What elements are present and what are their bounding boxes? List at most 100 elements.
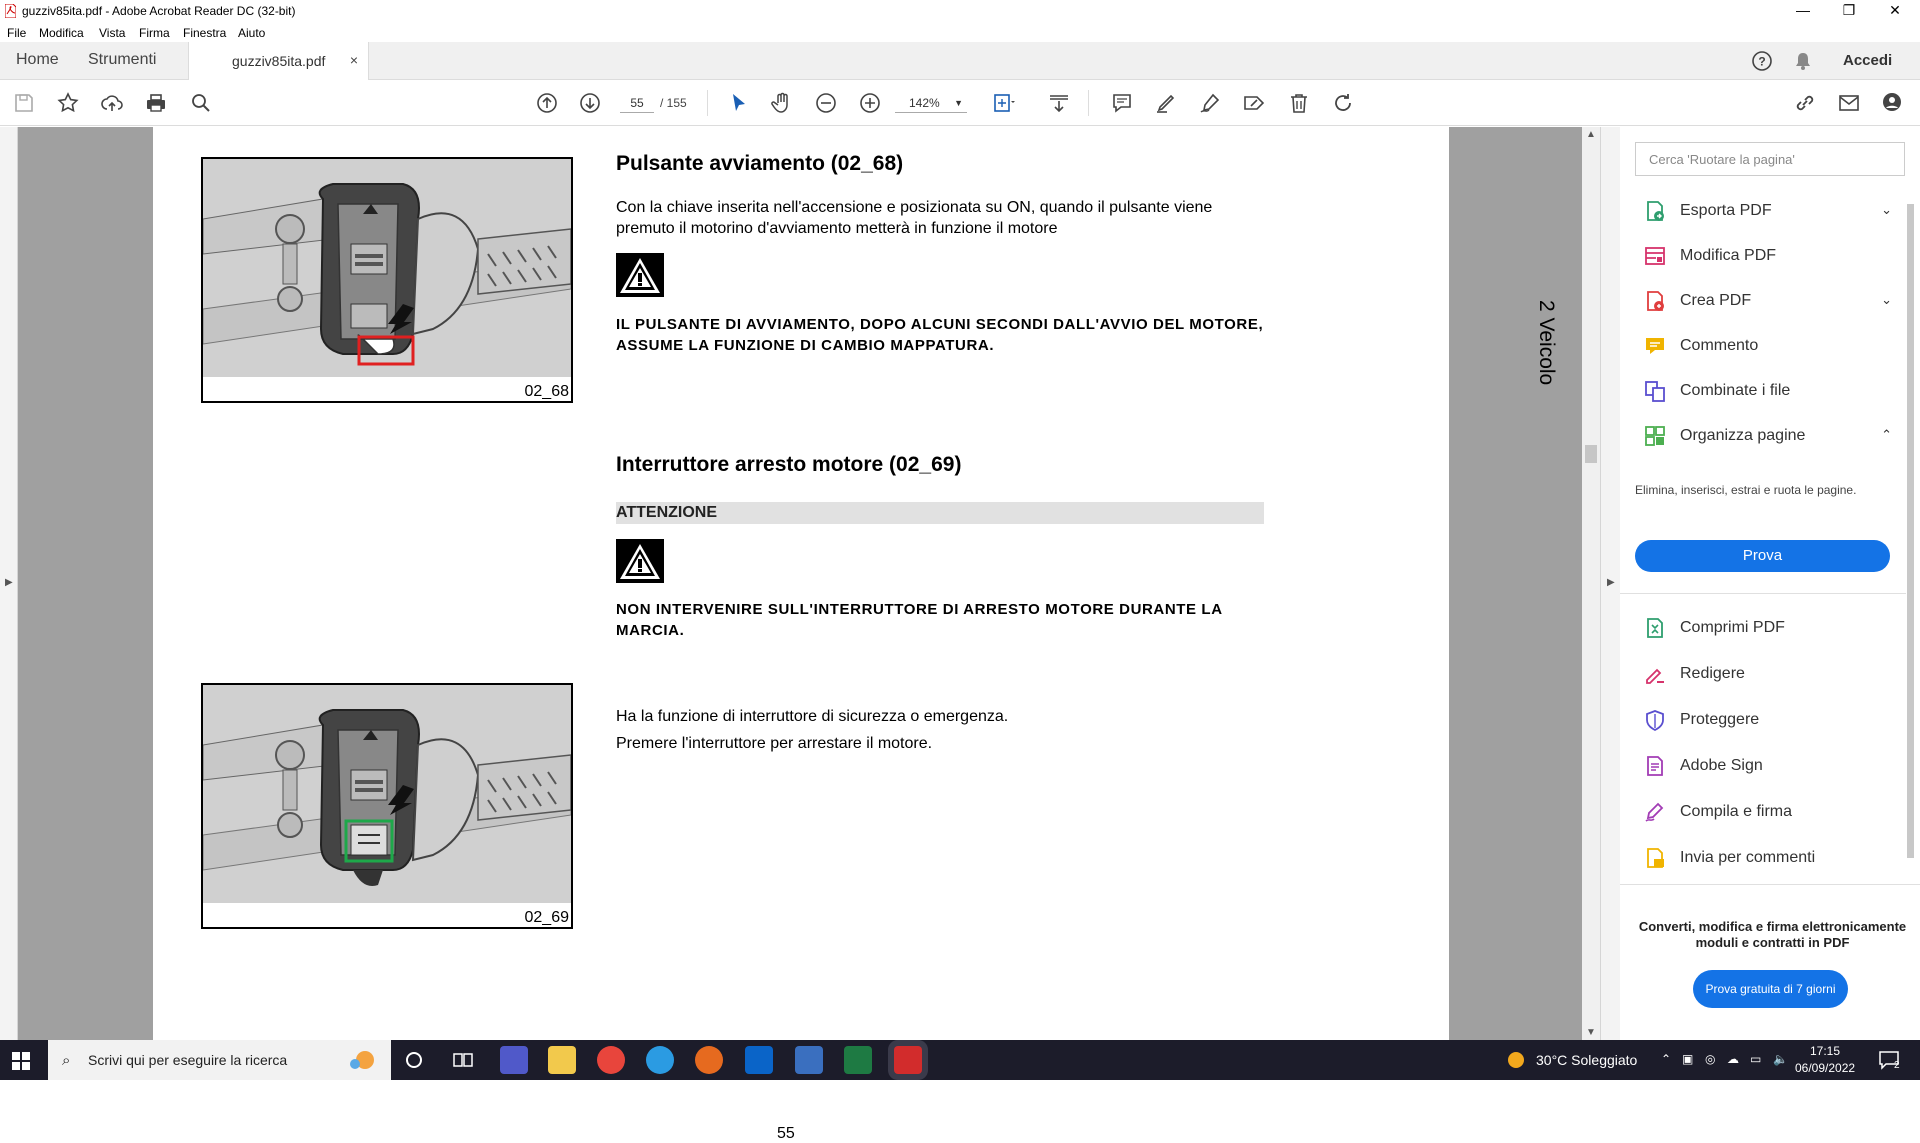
tool-compress-pdf[interactable]: Comprimi PDF xyxy=(1620,609,1906,645)
redact-tag-icon[interactable] xyxy=(1242,91,1266,115)
chevron-down-icon[interactable]: ⌄ xyxy=(1881,292,1892,308)
tab-document[interactable]: guzziv85ita.pdf × xyxy=(188,42,369,81)
edge-icon[interactable] xyxy=(646,1046,674,1074)
send-for-comments-icon xyxy=(1647,848,1664,868)
sign-icon[interactable] xyxy=(1198,91,1222,115)
comment-icon[interactable] xyxy=(1110,91,1134,115)
acrobat-app-icon xyxy=(5,4,16,18)
tool-label: Organizza pagine xyxy=(1680,427,1806,444)
cortana-icon[interactable] xyxy=(405,1051,423,1069)
tab-tools[interactable]: Strumenti xyxy=(88,51,156,69)
warning-triangle-icon xyxy=(616,539,664,583)
excel-icon[interactable] xyxy=(844,1046,872,1074)
tool-label: Redigere xyxy=(1680,665,1745,682)
highlight-pen-icon[interactable] xyxy=(1154,91,1178,115)
left-panel-collapsed[interactable]: ▶ xyxy=(0,127,18,1040)
zoom-level-dropdown[interactable]: 142% ▼ xyxy=(895,93,967,113)
fit-page-icon[interactable] xyxy=(992,91,1016,115)
tray-app-icon[interactable]: ▣ xyxy=(1682,1052,1693,1066)
signin-button[interactable]: Accedi xyxy=(1843,52,1892,69)
expand-left-panel-icon[interactable]: ▶ xyxy=(5,577,13,588)
zoom-in-icon[interactable] xyxy=(858,91,882,115)
email-icon[interactable] xyxy=(1837,91,1861,115)
tool-create-pdf[interactable]: Crea PDF ⌄ xyxy=(1620,282,1906,318)
try-organize-button[interactable]: Prova xyxy=(1635,540,1890,572)
weather-sun-icon[interactable] xyxy=(1506,1050,1526,1070)
select-cursor-icon[interactable] xyxy=(726,91,750,115)
collapse-right-panel-icon[interactable]: ▶ xyxy=(1607,577,1615,588)
right-panel-toggle-strip[interactable]: ▶ xyxy=(1600,127,1620,1040)
tool-send-for-comments[interactable]: Invia per commenti xyxy=(1620,839,1906,875)
menu-vista[interactable]: Vista xyxy=(99,26,125,40)
upload-cloud-icon[interactable] xyxy=(100,91,124,115)
maximize-button[interactable]: ❐ xyxy=(1826,0,1872,22)
organize-pages-description: Elimina, inserisci, estrai e ruota le pa… xyxy=(1635,483,1857,497)
notification-bell-icon[interactable] xyxy=(1792,50,1814,72)
tray-network-icon[interactable]: ◎ xyxy=(1705,1052,1715,1066)
tray-cloud-icon[interactable]: ☁ xyxy=(1727,1052,1739,1066)
scrollbar-thumb[interactable] xyxy=(1585,445,1597,463)
tool-edit-pdf[interactable]: Modifica PDF xyxy=(1620,237,1906,273)
previous-page-icon[interactable] xyxy=(535,91,559,115)
menu-finestra[interactable]: Finestra xyxy=(183,26,226,40)
next-page-icon[interactable] xyxy=(578,91,602,115)
tool-adobe-sign[interactable]: Adobe Sign xyxy=(1620,747,1906,783)
zoom-out-icon[interactable] xyxy=(814,91,838,115)
menu-aiuto[interactable]: Aiuto xyxy=(238,26,265,40)
task-view-icon[interactable] xyxy=(453,1051,473,1069)
volume-icon[interactable]: 🔈 xyxy=(1773,1052,1788,1066)
close-tab-button[interactable]: × xyxy=(350,52,358,68)
teams-icon[interactable] xyxy=(500,1046,528,1074)
scroll-down-icon[interactable]: ▼ xyxy=(1586,1027,1596,1038)
acrobat-taskbar-icon[interactable] xyxy=(894,1046,922,1074)
tools-scrollbar[interactable] xyxy=(1903,192,1917,882)
rotate-icon[interactable] xyxy=(1331,91,1355,115)
tray-overflow-chevron-icon[interactable]: ⌃ xyxy=(1661,1052,1671,1066)
chrome-icon[interactable] xyxy=(597,1046,625,1074)
tab-home[interactable]: Home xyxy=(16,51,59,69)
scroll-up-icon[interactable]: ▲ xyxy=(1586,129,1596,140)
tray-display-icon[interactable]: ▭ xyxy=(1750,1052,1761,1066)
tool-protect[interactable]: Proteggere xyxy=(1620,701,1906,737)
tool-comment[interactable]: Commento xyxy=(1620,327,1906,363)
tool-combine-files[interactable]: Combinate i file xyxy=(1620,372,1906,408)
tool-fill-sign[interactable]: Compila e firma xyxy=(1620,793,1906,829)
scrollbar-thumb[interactable] xyxy=(1907,204,1914,858)
outlook-icon[interactable] xyxy=(745,1046,773,1074)
chevron-down-icon[interactable]: ⌄ xyxy=(1881,202,1892,218)
minimize-button[interactable]: — xyxy=(1780,0,1826,22)
tool-organize-pages[interactable]: Organizza pagine ⌃ xyxy=(1620,417,1906,453)
page-number-input[interactable]: 55 xyxy=(620,93,654,113)
print-icon[interactable] xyxy=(144,91,168,115)
account-lock-icon[interactable] xyxy=(1881,91,1905,115)
menu-firma[interactable]: Firma xyxy=(139,26,170,40)
weather-text[interactable]: 30°C Soleggiato xyxy=(1536,1052,1637,1068)
search-zoom-icon[interactable] xyxy=(189,91,213,115)
firefox-icon[interactable] xyxy=(695,1046,723,1074)
menu-file[interactable]: File xyxy=(7,26,26,40)
tools-search-input[interactable]: Cerca 'Ruotare la pagina' xyxy=(1635,142,1905,176)
combine-files-icon xyxy=(1645,381,1665,402)
share-link-icon[interactable] xyxy=(1793,91,1817,115)
taskbar-search-box[interactable]: ⌕ Scrivi qui per eseguire la ricerca xyxy=(48,1040,391,1080)
help-icon[interactable]: ? xyxy=(1751,50,1773,72)
fill-sign-icon xyxy=(1645,802,1664,822)
network-app-icon[interactable] xyxy=(795,1046,823,1074)
edit-pdf-icon xyxy=(1645,247,1665,265)
free-trial-button[interactable]: Prova gratuita di 7 giorni xyxy=(1693,970,1848,1008)
bookmark-star-icon[interactable] xyxy=(56,91,80,115)
chevron-up-icon[interactable]: ⌃ xyxy=(1881,427,1892,443)
windows-start-icon[interactable] xyxy=(12,1052,30,1070)
close-window-button[interactable]: ✕ xyxy=(1872,0,1918,22)
hand-tool-icon[interactable] xyxy=(770,91,794,115)
taskbar-clock[interactable]: 17:15 06/09/2022 xyxy=(1795,1043,1855,1077)
menu-modifica[interactable]: Modifica xyxy=(39,26,84,40)
document-scrollbar[interactable]: ▲ ▼ xyxy=(1582,127,1600,1040)
file-explorer-icon[interactable] xyxy=(548,1046,576,1074)
save-icon[interactable] xyxy=(12,91,36,115)
scroll-mode-icon[interactable] xyxy=(1047,91,1071,115)
promo-text: Converti, modifica e firma elettronicame… xyxy=(1638,919,1907,950)
tool-redact[interactable]: Redigere xyxy=(1620,655,1906,691)
delete-trash-icon[interactable] xyxy=(1287,91,1311,115)
tool-export-pdf[interactable]: Esporta PDF ⌄ xyxy=(1620,192,1906,228)
